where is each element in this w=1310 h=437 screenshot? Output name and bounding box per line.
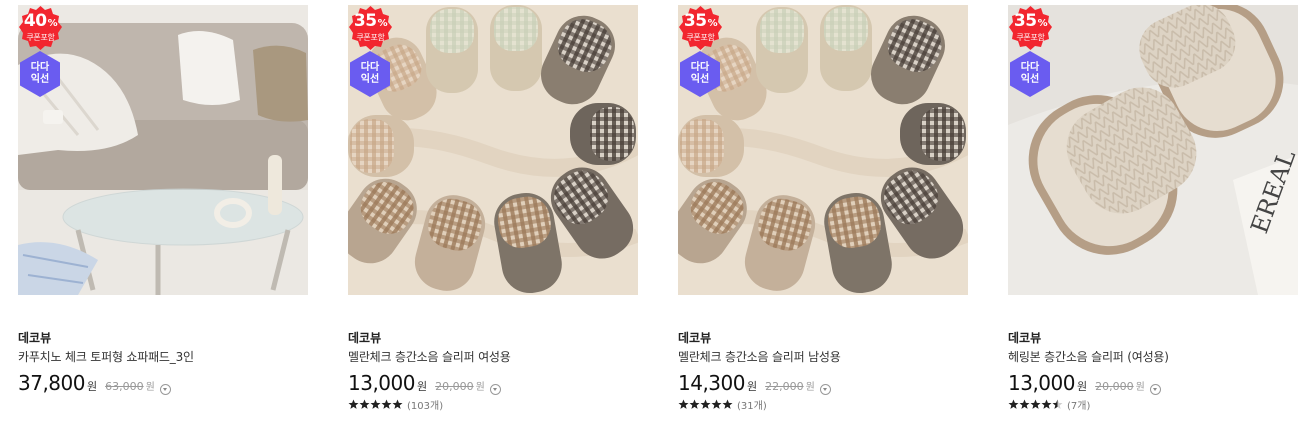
- price-unit: 원: [86, 380, 98, 393]
- product-image[interactable]: 40% 쿠폰포함 다다 익선: [18, 5, 308, 295]
- rating-row[interactable]: (7개): [1008, 397, 1298, 412]
- original-price: 20,000: [435, 380, 474, 393]
- rating-row[interactable]: (31개): [678, 397, 968, 412]
- dada-badge: 다다 익선: [680, 51, 720, 97]
- star-icon: [359, 399, 370, 409]
- star-icon: [1052, 399, 1063, 409]
- product-card[interactable]: EREAL 35% 쿠폰포함 다다 익선 데코뷰 헤링본 층간소음 슬리퍼 (여…: [1008, 5, 1298, 412]
- brand-name[interactable]: 데코뷰: [18, 330, 308, 346]
- star-icon: [370, 399, 381, 409]
- original-price-unit: 원: [145, 382, 155, 393]
- discount-value: 35: [1013, 11, 1037, 31]
- original-price-unit: 원: [805, 382, 815, 393]
- price-row: 37,800 원 63,000 원: [18, 371, 308, 395]
- coupon-label: 쿠폰포함: [26, 33, 55, 42]
- dada-badge: 다다 익선: [1010, 51, 1050, 97]
- product-image[interactable]: 35% 쿠폰포함 다다 익선: [348, 5, 638, 295]
- sale-price: 37,800: [18, 371, 85, 395]
- star-icon: [722, 399, 733, 409]
- discount-badge: 35% 쿠폰포함: [1009, 6, 1052, 50]
- product-name[interactable]: 멜란체크 층간소음 슬리퍼 여성용: [348, 349, 638, 366]
- star-rating: [678, 399, 733, 410]
- dada-label: 다다 익선: [360, 62, 380, 85]
- original-price: 20,000: [1095, 380, 1134, 393]
- price-row: 13,000 원 20,000 원: [1008, 371, 1298, 395]
- dada-badge: 다다 익선: [350, 51, 390, 97]
- star-rating: [348, 399, 403, 410]
- sale-price: 13,000: [348, 371, 415, 395]
- star-icon: [1041, 399, 1052, 409]
- discount-unit: %: [377, 18, 388, 29]
- review-count: (103개): [407, 400, 444, 412]
- star-icon: [381, 399, 392, 409]
- discount-value: 35: [353, 11, 377, 31]
- price-info-icon[interactable]: [489, 384, 501, 395]
- product-image[interactable]: 35% 쿠폰포함 다다 익선: [678, 5, 968, 295]
- dada-badge: 다다 익선: [20, 51, 60, 97]
- star-icon: [348, 399, 359, 409]
- star-rating: [1008, 399, 1063, 410]
- price-unit: 원: [416, 380, 428, 393]
- dada-label: 다다 익선: [30, 62, 50, 85]
- brand-name[interactable]: 데코뷰: [348, 330, 638, 346]
- product-card[interactable]: 35% 쿠폰포함 다다 익선 데코뷰 멜란체크 층간소음 슬리퍼 여성용 13,…: [348, 5, 638, 412]
- original-price: 22,000: [765, 380, 804, 393]
- discount-badge: 40% 쿠폰포함: [19, 6, 62, 50]
- discount-value: 35: [683, 11, 707, 31]
- price-info-icon[interactable]: [1149, 384, 1161, 395]
- discount-value: 40: [23, 11, 47, 31]
- product-grid: 40% 쿠폰포함 다다 익선 데코뷰 카푸치노 체크 토퍼형 쇼파패드_3인 3…: [0, 0, 1310, 437]
- coupon-label: 쿠폰포함: [686, 33, 715, 42]
- price-info-icon[interactable]: [159, 384, 171, 395]
- product-name[interactable]: 멜란체크 층간소음 슬리퍼 남성용: [678, 349, 968, 366]
- sale-price: 14,300: [678, 371, 745, 395]
- review-count: (7개): [1067, 400, 1091, 412]
- original-price-unit: 원: [475, 382, 485, 393]
- price-unit: 원: [1076, 380, 1088, 393]
- star-icon: [392, 399, 403, 409]
- star-icon: [1030, 399, 1041, 409]
- product-name[interactable]: 헤링본 층간소음 슬리퍼 (여성용): [1008, 349, 1298, 366]
- dada-label: 다다 익선: [690, 62, 710, 85]
- discount-badge: 35% 쿠폰포함: [349, 6, 392, 50]
- discount-unit: %: [47, 18, 58, 29]
- price-info-icon[interactable]: [819, 384, 831, 395]
- price-row: 13,000 원 20,000 원: [348, 371, 638, 395]
- star-icon: [711, 399, 722, 409]
- review-count: (31개): [737, 400, 767, 412]
- sale-price: 13,000: [1008, 371, 1075, 395]
- product-image[interactable]: EREAL 35% 쿠폰포함 다다 익선: [1008, 5, 1298, 295]
- discount-unit: %: [1037, 18, 1048, 29]
- rating-row[interactable]: (103개): [348, 397, 638, 412]
- discount-unit: %: [707, 18, 718, 29]
- coupon-label: 쿠폰포함: [1016, 33, 1045, 42]
- coupon-label: 쿠폰포함: [356, 33, 385, 42]
- original-price-unit: 원: [1135, 382, 1145, 393]
- price-unit: 원: [746, 380, 758, 393]
- brand-name[interactable]: 데코뷰: [678, 330, 968, 346]
- star-icon: [689, 399, 700, 409]
- star-icon: [1019, 399, 1030, 409]
- original-price: 63,000: [105, 380, 144, 393]
- star-icon: [678, 399, 689, 409]
- product-card[interactable]: 40% 쿠폰포함 다다 익선 데코뷰 카푸치노 체크 토퍼형 쇼파패드_3인 3…: [18, 5, 308, 395]
- price-row: 14,300 원 22,000 원: [678, 371, 968, 395]
- dada-label: 다다 익선: [1020, 62, 1040, 85]
- brand-name[interactable]: 데코뷰: [1008, 330, 1298, 346]
- product-name[interactable]: 카푸치노 체크 토퍼형 쇼파패드_3인: [18, 349, 308, 366]
- discount-badge: 35% 쿠폰포함: [679, 6, 722, 50]
- star-icon: [1008, 399, 1019, 409]
- product-card[interactable]: 35% 쿠폰포함 다다 익선 데코뷰 멜란체크 층간소음 슬리퍼 남성용 14,…: [678, 5, 968, 412]
- star-icon: [700, 399, 711, 409]
